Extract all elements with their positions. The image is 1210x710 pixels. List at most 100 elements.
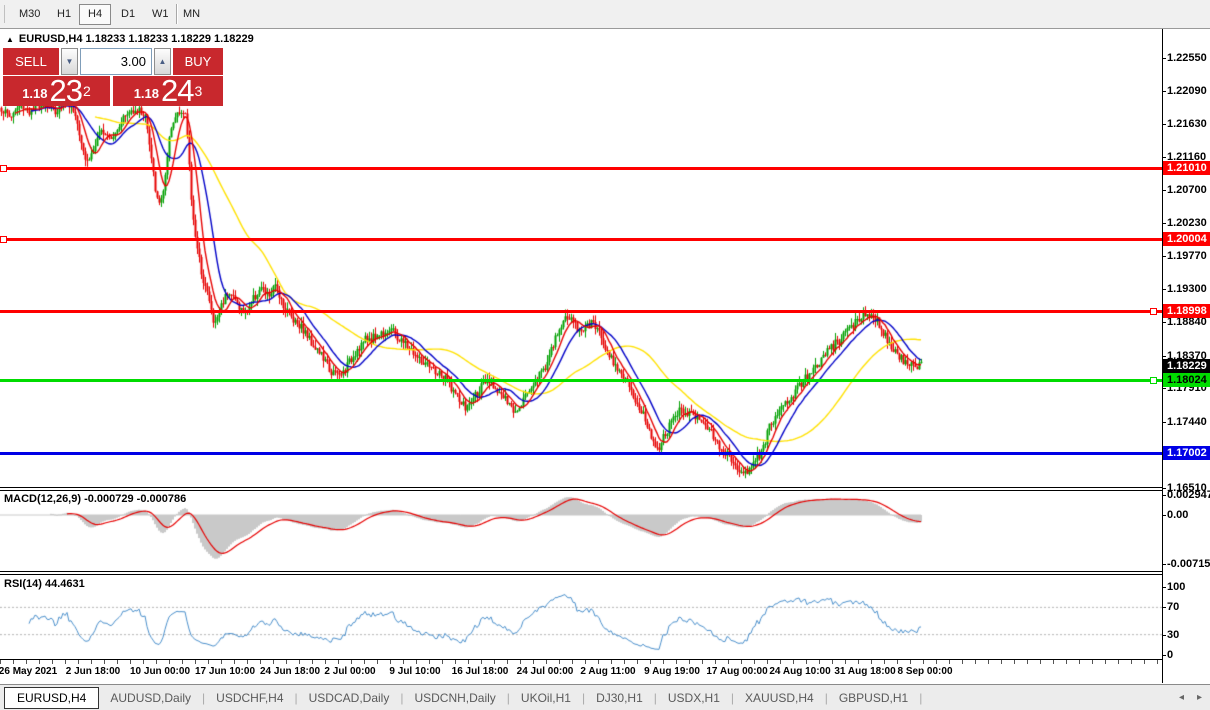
time-axis-label: 2 Aug 11:00 — [580, 666, 635, 677]
panel-separator — [0, 490, 1162, 491]
time-axis-label: 2 Jun 18:00 — [66, 666, 120, 677]
axis-tick-mark — [1162, 635, 1166, 636]
tab-scroll-right-icon[interactable]: ▸ — [1197, 692, 1202, 703]
tab-separator: | — [919, 691, 922, 705]
axis-tick-mark — [1162, 356, 1166, 357]
sell-price-display[interactable]: 1.18 23 2 — [3, 76, 110, 106]
chart-tab-ukoil[interactable]: UKOil,H1 — [510, 688, 582, 708]
panel-separator — [0, 574, 1162, 575]
chart-tab-audusd[interactable]: AUDUSD,Daily — [99, 688, 202, 708]
chart-tab-usdcnh[interactable]: USDCNH,Daily — [403, 688, 506, 708]
chart-symbol-header: ▲ EURUSD,H4 1.18233 1.18233 1.18229 1.182… — [6, 33, 254, 45]
rsi-axis-label: 30 — [1167, 629, 1179, 642]
rsi-label: RSI(14) 44.4631 — [4, 578, 85, 590]
line-drag-handle[interactable] — [1150, 377, 1157, 384]
axis-tick-mark — [1162, 388, 1166, 389]
price-axis-label: 1.19300 — [1167, 283, 1207, 296]
macd-label: MACD(12,26,9) -0.000729 -0.000786 — [4, 493, 186, 505]
chart-tab-usdx[interactable]: USDX,H1 — [657, 688, 731, 708]
time-axis-label: 31 Aug 18:00 — [834, 666, 895, 677]
chart-tab-eurusd[interactable]: EURUSD,H4 — [4, 687, 99, 709]
line-drag-handle[interactable] — [0, 165, 7, 172]
time-axis-label: 2 Jul 00:00 — [324, 666, 375, 677]
current-price-label: 1.18229 — [1163, 359, 1210, 373]
buy-price-main: 24 — [161, 77, 193, 105]
chart-tab-usdchf[interactable]: USDCHF,H4 — [205, 688, 294, 708]
volume-input[interactable] — [80, 48, 152, 75]
collapse-arrow-icon[interactable]: ▲ — [6, 35, 14, 44]
time-axis-label: 26 May 2021 — [0, 666, 57, 677]
price-axis-label: 1.20700 — [1167, 184, 1207, 197]
buy-price-pipette: 3 — [195, 76, 203, 106]
one-click-trading-panel: SELL ▼ ▲ BUY 1.18 23 2 1.18 24 3 — [3, 48, 223, 106]
line-drag-handle[interactable] — [1150, 308, 1157, 315]
volume-step-down-button[interactable]: ▼ — [61, 48, 78, 75]
axis-tick-mark — [1162, 256, 1166, 257]
rsi-axis-label: 0 — [1167, 649, 1173, 662]
price-axis-label: 1.19770 — [1167, 250, 1207, 263]
horizontal-price-line-1.20004[interactable] — [0, 238, 1162, 241]
line-drag-handle[interactable] — [0, 236, 7, 243]
horizontal-price-line-1.18024[interactable] — [0, 379, 1162, 382]
timeframe-toolbar: M30H1H4D1W1MN — [0, 0, 1210, 29]
panel-separator[interactable] — [0, 571, 1162, 572]
symbol-ohlc-text: EURUSD,H4 1.18233 1.18233 1.18229 1.1822… — [19, 33, 254, 45]
time-axis-label: 9 Aug 19:00 — [644, 666, 700, 677]
chart-tab-usdcad[interactable]: USDCAD,Daily — [298, 688, 401, 708]
time-axis-label: 24 Jul 00:00 — [517, 666, 574, 677]
sell-price-prefix: 1.18 — [22, 83, 47, 105]
price-axis-label: 1.21630 — [1167, 118, 1207, 131]
price-line-axis-label: 1.21010 — [1163, 161, 1210, 175]
timeframe-button-h4[interactable]: H4 — [79, 4, 111, 25]
sell-button[interactable]: SELL — [3, 48, 59, 75]
axis-tick-mark — [1162, 587, 1166, 588]
timeframe-button-d1[interactable]: D1 — [112, 4, 144, 25]
price-line-axis-label: 1.20004 — [1163, 232, 1210, 246]
price-axis-label: 1.18840 — [1167, 316, 1207, 329]
axis-tick-mark — [1162, 515, 1166, 516]
macd-axis-label: 0.00 — [1167, 509, 1188, 522]
axis-tick-mark — [1162, 607, 1166, 608]
axis-tick-mark — [1162, 223, 1166, 224]
axis-tick-mark — [1162, 422, 1166, 423]
buy-button[interactable]: BUY — [173, 48, 223, 75]
time-axis-label: 10 Jun 00:00 — [130, 666, 190, 677]
axis-tick-mark — [1162, 124, 1166, 125]
time-axis-label: 17 Aug 00:00 — [706, 666, 767, 677]
axis-tick-mark — [1162, 655, 1166, 656]
horizontal-price-line-1.17002[interactable] — [0, 452, 1162, 455]
chart-tab-gbpusd[interactable]: GBPUSD,H1 — [828, 688, 919, 708]
axis-tick-mark — [1162, 190, 1166, 191]
axis-tick-mark — [1162, 488, 1166, 489]
chart-window: ▲ EURUSD,H4 1.18233 1.18233 1.18229 1.182… — [0, 29, 1210, 684]
price-line-axis-label: 1.17002 — [1163, 446, 1210, 460]
timeframe-button-mn[interactable]: MN — [174, 4, 209, 25]
price-axis-label: 1.22090 — [1167, 85, 1207, 98]
timeframe-button-h1[interactable]: H1 — [48, 4, 80, 25]
axis-tick-mark — [1162, 157, 1166, 158]
macd-axis-label: 0.002947 — [1167, 489, 1210, 502]
price-line-axis-label: 1.18024 — [1163, 373, 1210, 387]
partial-toolbar-button[interactable] — [0, 5, 5, 23]
panel-separator[interactable] — [0, 487, 1162, 488]
axis-tick-mark — [1162, 495, 1166, 496]
axis-tick-mark — [1162, 58, 1166, 59]
rsi-indicator-chart[interactable] — [0, 575, 1162, 659]
chart-tab-xauusd[interactable]: XAUUSD,H4 — [734, 688, 825, 708]
buy-price-display[interactable]: 1.18 24 3 — [113, 76, 223, 106]
timeframe-button-m30[interactable]: M30 — [10, 4, 49, 25]
macd-axis-label: -0.007151 — [1167, 558, 1210, 571]
price-axis-label: 1.22550 — [1167, 52, 1207, 65]
rsi-axis-label: 100 — [1167, 581, 1185, 594]
time-axis-label: 24 Jun 18:00 — [260, 666, 320, 677]
time-axis-label: 9 Jul 10:00 — [389, 666, 440, 677]
chart-tab-dj30[interactable]: DJ30,H1 — [585, 688, 654, 708]
buy-price-prefix: 1.18 — [134, 83, 159, 105]
sell-price-main: 23 — [50, 77, 82, 105]
mt4-window: M30H1H4D1W1MN ▲ EURUSD,H4 1.18233 1.18233… — [0, 0, 1210, 710]
horizontal-price-line-1.18998[interactable] — [0, 310, 1162, 313]
timeframe-button-w1[interactable]: W1 — [143, 4, 178, 25]
tab-scroll-left-icon[interactable]: ◂ — [1179, 692, 1184, 703]
horizontal-price-line-1.21010[interactable] — [0, 167, 1162, 170]
volume-step-up-button[interactable]: ▲ — [154, 48, 171, 75]
